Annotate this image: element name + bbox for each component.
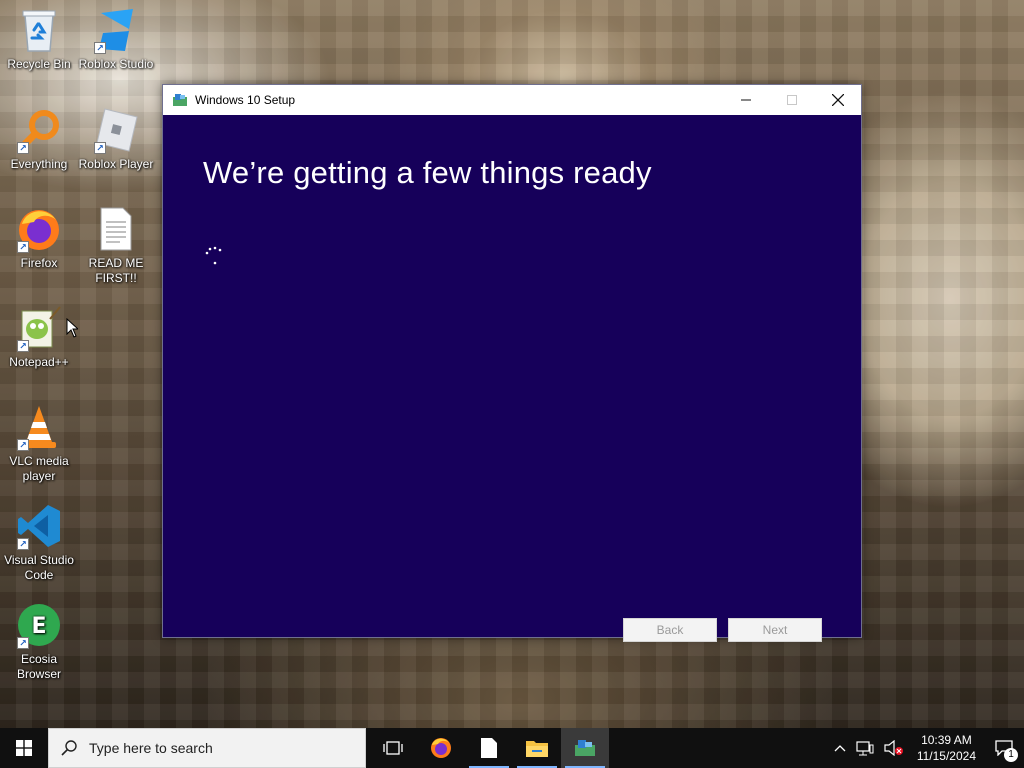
taskbar-file-explorer-button[interactable] bbox=[513, 728, 561, 768]
windows-setup-icon bbox=[172, 93, 188, 107]
desktop-icon-label: VLC media player bbox=[9, 454, 69, 483]
taskbar: Type here to search 10:39 AM 11/15/2024 … bbox=[0, 728, 1024, 768]
search-icon bbox=[49, 740, 89, 756]
setup-window[interactable]: Windows 10 Setup We’re getting a few thi… bbox=[162, 84, 862, 642]
network-button[interactable] bbox=[851, 728, 879, 768]
taskbar-file-button[interactable] bbox=[465, 728, 513, 768]
file-explorer-icon bbox=[526, 741, 548, 757]
volume-button[interactable] bbox=[879, 728, 909, 768]
vscode-icon: ↗ bbox=[15, 502, 63, 550]
maximize-button[interactable] bbox=[769, 85, 815, 115]
network-icon bbox=[856, 741, 874, 756]
ecosia-icon: E ↗ bbox=[15, 601, 63, 649]
desktop-icon-label: Roblox Player bbox=[78, 157, 154, 171]
start-button[interactable] bbox=[0, 728, 48, 768]
clock-time: 10:39 AM bbox=[921, 733, 972, 747]
desktop-icon-label: Everything bbox=[10, 157, 68, 171]
action-center-button[interactable]: 1 bbox=[984, 728, 1024, 768]
text-file-icon bbox=[92, 205, 140, 253]
desktop-icon-everything[interactable]: ↗ Everything bbox=[1, 106, 77, 172]
firefox-icon bbox=[431, 738, 451, 758]
desktop-icon-label: Roblox Studio bbox=[78, 57, 154, 71]
shortcut-arrow-icon: ↗ bbox=[17, 142, 29, 154]
next-button[interactable]: Next bbox=[728, 618, 822, 642]
close-button[interactable] bbox=[815, 85, 861, 115]
windows-setup-icon bbox=[575, 740, 595, 756]
shortcut-arrow-icon: ↗ bbox=[94, 142, 106, 154]
notepad-plus-plus-icon: ↗ bbox=[15, 304, 63, 352]
svg-text:E: E bbox=[31, 614, 46, 639]
taskbar-firefox-button[interactable] bbox=[417, 728, 465, 768]
desktop-icon-recycle-bin[interactable]: Recycle Bin bbox=[1, 6, 77, 72]
task-view-button[interactable] bbox=[369, 728, 417, 768]
page-title: We’re getting a few things ready bbox=[203, 155, 652, 190]
desktop-icon-vscode[interactable]: ↗ Visual Studio Code bbox=[1, 502, 77, 583]
roblox-studio-icon: ↗ bbox=[92, 6, 140, 54]
everything-search-icon: ↗ bbox=[15, 106, 63, 154]
loading-spinner-icon bbox=[205, 246, 222, 265]
mouse-cursor-icon bbox=[66, 318, 78, 338]
setup-content: We’re getting a few things ready Back Ne… bbox=[163, 115, 861, 642]
close-icon bbox=[832, 94, 844, 106]
task-view-icon bbox=[383, 741, 403, 755]
windows-logo-icon bbox=[16, 740, 32, 756]
taskbar-windows-setup-button[interactable] bbox=[561, 728, 609, 768]
shortcut-arrow-icon: ↗ bbox=[17, 439, 29, 451]
taskbar-clock[interactable]: 10:39 AM 11/15/2024 bbox=[909, 732, 984, 764]
minimize-button[interactable] bbox=[723, 85, 769, 115]
desktop-icon-roblox-player[interactable]: ↗ Roblox Player bbox=[78, 106, 154, 172]
desktop-icon-roblox-studio[interactable]: ↗ Roblox Studio bbox=[78, 6, 154, 72]
window-titlebar[interactable]: Windows 10 Setup bbox=[163, 85, 861, 115]
shortcut-arrow-icon: ↗ bbox=[17, 241, 29, 253]
desktop-icon-vlc[interactable]: ↗ VLC media player bbox=[1, 403, 77, 484]
minimize-icon bbox=[741, 99, 751, 101]
system-tray: 10:39 AM 11/15/2024 1 bbox=[829, 728, 1024, 768]
firefox-icon: ↗ bbox=[15, 205, 63, 253]
maximize-icon bbox=[787, 95, 797, 105]
desktop-icon-label: Recycle Bin bbox=[7, 57, 71, 71]
shortcut-arrow-icon: ↗ bbox=[17, 538, 29, 550]
window-title: Windows 10 Setup bbox=[195, 93, 296, 107]
recycle-bin-icon bbox=[15, 6, 63, 54]
notification-count-badge: 1 bbox=[1004, 748, 1018, 762]
clock-date: 11/15/2024 bbox=[916, 749, 976, 763]
desktop-icon-label: Notepad++ bbox=[9, 355, 69, 369]
volume-muted-icon bbox=[884, 740, 903, 756]
show-hidden-icons-button[interactable] bbox=[829, 728, 851, 768]
desktop-icon-firefox[interactable]: ↗ Firefox bbox=[1, 205, 77, 271]
shortcut-arrow-icon: ↗ bbox=[94, 42, 106, 54]
desktop-icon-label: Visual Studio Code bbox=[4, 553, 74, 582]
desktop-icon-label: Ecosia Browser bbox=[16, 652, 61, 681]
shortcut-arrow-icon: ↗ bbox=[17, 637, 29, 649]
file-icon bbox=[481, 738, 497, 758]
back-button[interactable]: Back bbox=[623, 618, 717, 642]
vlc-icon: ↗ bbox=[15, 403, 63, 451]
search-placeholder: Type here to search bbox=[89, 740, 213, 756]
desktop-icon-readme[interactable]: READ ME FIRST!! bbox=[78, 205, 154, 286]
shortcut-arrow-icon: ↗ bbox=[17, 340, 29, 352]
chevron-up-icon bbox=[834, 745, 846, 752]
desktop-icon-ecosia[interactable]: E ↗ Ecosia Browser bbox=[1, 601, 77, 682]
roblox-player-icon: ↗ bbox=[92, 106, 140, 154]
desktop-icon-label: Firefox bbox=[20, 256, 58, 270]
taskbar-search[interactable]: Type here to search bbox=[48, 728, 366, 768]
desktop-icon-label: READ ME FIRST!! bbox=[88, 256, 144, 285]
